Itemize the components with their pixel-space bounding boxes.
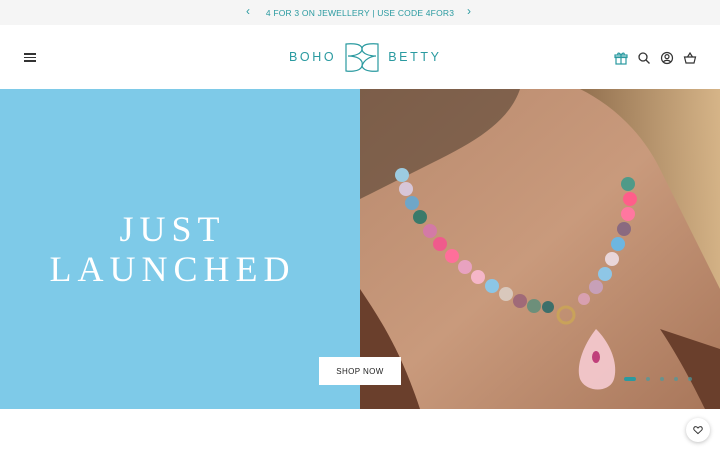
account-icon[interactable] <box>660 51 674 65</box>
site-header: BOHO BETTY <box>0 25 720 89</box>
announcement-bar: ‹ 4 FOR 3 ON JEWELLERY | USE CODE 4FOR3 … <box>0 0 720 25</box>
logo-text-left: BOHO <box>289 50 337 64</box>
slider-dot-2[interactable] <box>646 377 650 381</box>
search-icon[interactable] <box>637 51 651 65</box>
slider-dot-4[interactable] <box>674 377 678 381</box>
hero-image <box>360 89 720 409</box>
hero-title: JUST LAUNCHED <box>0 209 345 289</box>
announcement-next-button[interactable]: › <box>467 4 471 18</box>
slider-dot-5[interactable] <box>688 377 692 381</box>
menu-icon[interactable] <box>24 53 36 62</box>
wishlist-button[interactable] <box>686 418 710 442</box>
heart-icon <box>693 426 703 435</box>
slider-dots <box>624 377 702 381</box>
gift-icon[interactable] <box>614 51 628 65</box>
hero-title-line1: JUST <box>119 209 226 249</box>
announcement-text[interactable]: 4 FOR 3 ON JEWELLERY | USE CODE 4FOR3 <box>266 8 454 18</box>
hero-color-panel: JUST LAUNCHED <box>0 89 360 409</box>
necklace-photo <box>360 89 720 409</box>
slider-dot-1[interactable] <box>624 377 636 381</box>
hero-banner: JUST LAUNCHED SHOP NOW <box>0 89 720 409</box>
announcement-prev-button[interactable]: ‹ <box>246 4 250 18</box>
logo-text-right: BETTY <box>388 50 442 64</box>
basket-icon[interactable] <box>683 51 697 65</box>
slider-dot-3[interactable] <box>660 377 664 381</box>
logo[interactable]: BOHO BETTY <box>289 39 442 75</box>
logo-mark-icon <box>345 43 379 72</box>
hero-title-line2: LAUNCHED <box>49 249 296 289</box>
shop-now-button[interactable]: SHOP NOW <box>319 357 401 385</box>
